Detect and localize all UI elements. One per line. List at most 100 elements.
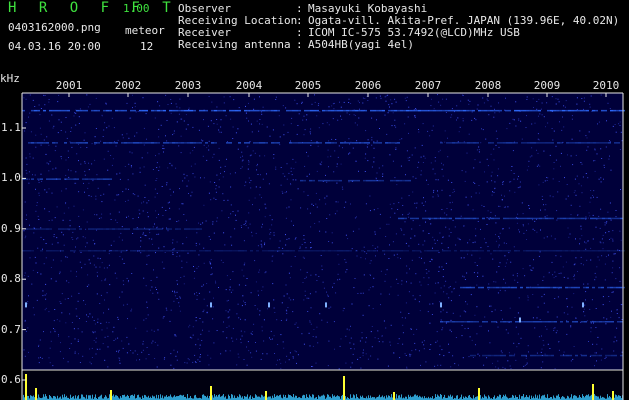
echo-segment [142, 109, 145, 112]
noise-speck [149, 232, 151, 234]
echo-segment [247, 142, 250, 144]
noise-speck [392, 160, 394, 162]
noise-speck [374, 247, 376, 249]
noise-speck [94, 159, 96, 161]
noise-speck [165, 94, 167, 96]
noise-speck [435, 282, 437, 284]
noise-speck [146, 307, 148, 309]
echo-segment [593, 217, 596, 220]
noise-speck [45, 243, 47, 244]
noise-speck [186, 261, 188, 263]
noise-speck [331, 232, 333, 234]
noise-speck [454, 363, 456, 365]
noise-speck [262, 223, 263, 225]
noise-speck [499, 289, 501, 291]
noise-speck [584, 315, 586, 317]
noise-speck [230, 236, 232, 238]
activity-bar [319, 396, 320, 400]
noise-speck [181, 203, 183, 205]
noise-speck [375, 97, 377, 99]
activity-bar [571, 394, 572, 400]
activity-bar [132, 394, 133, 400]
noise-speck [211, 273, 213, 275]
echo-segment [181, 109, 184, 112]
noise-speck [319, 199, 321, 201]
noise-speck [363, 349, 364, 351]
echo-segment [295, 142, 298, 144]
noise-speck [248, 350, 250, 352]
noise-speck [235, 132, 237, 134]
noise-speck [472, 242, 474, 244]
meteor-echo [210, 302, 212, 308]
noise-speck [229, 289, 231, 291]
noise-speck [101, 201, 103, 203]
noise-speck [179, 305, 180, 307]
noise-speck [474, 183, 476, 184]
noise-speck [26, 172, 28, 174]
noise-speck [510, 181, 512, 182]
noise-speck [350, 348, 352, 350]
noise-speck [246, 117, 248, 119]
echo-segment [542, 354, 545, 357]
noise-speck [153, 330, 155, 332]
noise-speck [86, 242, 88, 244]
activity-bar [280, 394, 281, 400]
noise-speck [505, 97, 506, 99]
echo-segment [559, 286, 562, 289]
echo-segment [442, 109, 445, 112]
noise-speck [373, 209, 375, 211]
echo-segment [151, 250, 154, 252]
noise-speck [310, 274, 312, 276]
noise-speck [554, 271, 556, 273]
noise-speck [265, 207, 267, 209]
noise-speck [549, 154, 551, 156]
noise-speck [174, 290, 175, 292]
echo-segment [602, 321, 605, 323]
noise-speck [493, 159, 495, 161]
echo-segment [487, 286, 490, 289]
noise-speck [477, 104, 479, 106]
noise-speck [567, 195, 569, 197]
noise-speck [290, 140, 291, 142]
noise-speck [418, 131, 420, 133]
echo-segment [316, 109, 319, 112]
noise-speck [278, 115, 280, 117]
noise-speck [166, 120, 168, 121]
echo-segment [339, 179, 342, 182]
activity-bar [264, 396, 265, 400]
noise-speck [459, 239, 461, 241]
noise-speck [188, 193, 189, 194]
noise-speck [272, 338, 273, 340]
echo-segment [40, 228, 43, 230]
activity-bar [270, 396, 271, 400]
noise-speck [172, 290, 173, 292]
noise-speck [376, 140, 378, 142]
noise-speck [474, 314, 476, 316]
echo-segment [514, 286, 517, 289]
activity-bar [450, 394, 451, 400]
noise-speck [54, 331, 56, 333]
noise-speck [409, 156, 411, 158]
noise-speck [183, 173, 185, 175]
noise-speck [285, 284, 287, 286]
noise-speck [199, 348, 201, 349]
noise-speck [65, 117, 67, 118]
noise-speck [294, 99, 296, 101]
noise-speck [168, 218, 170, 220]
echo-segment [49, 228, 52, 230]
noise-speck [514, 279, 516, 281]
echo-segment [388, 250, 391, 252]
activity-bar [356, 394, 357, 400]
echo-segment [309, 179, 312, 182]
noise-speck [194, 361, 196, 362]
noise-speck [103, 312, 104, 314]
noise-speck [537, 306, 539, 308]
echo-segment [584, 354, 587, 357]
activity-bar [164, 396, 165, 400]
noise-speck [434, 365, 436, 367]
noise-speck [453, 188, 455, 190]
echo-segment [584, 142, 587, 144]
noise-speck [253, 98, 255, 100]
echo-segment [381, 179, 384, 182]
noise-speck [48, 101, 50, 103]
